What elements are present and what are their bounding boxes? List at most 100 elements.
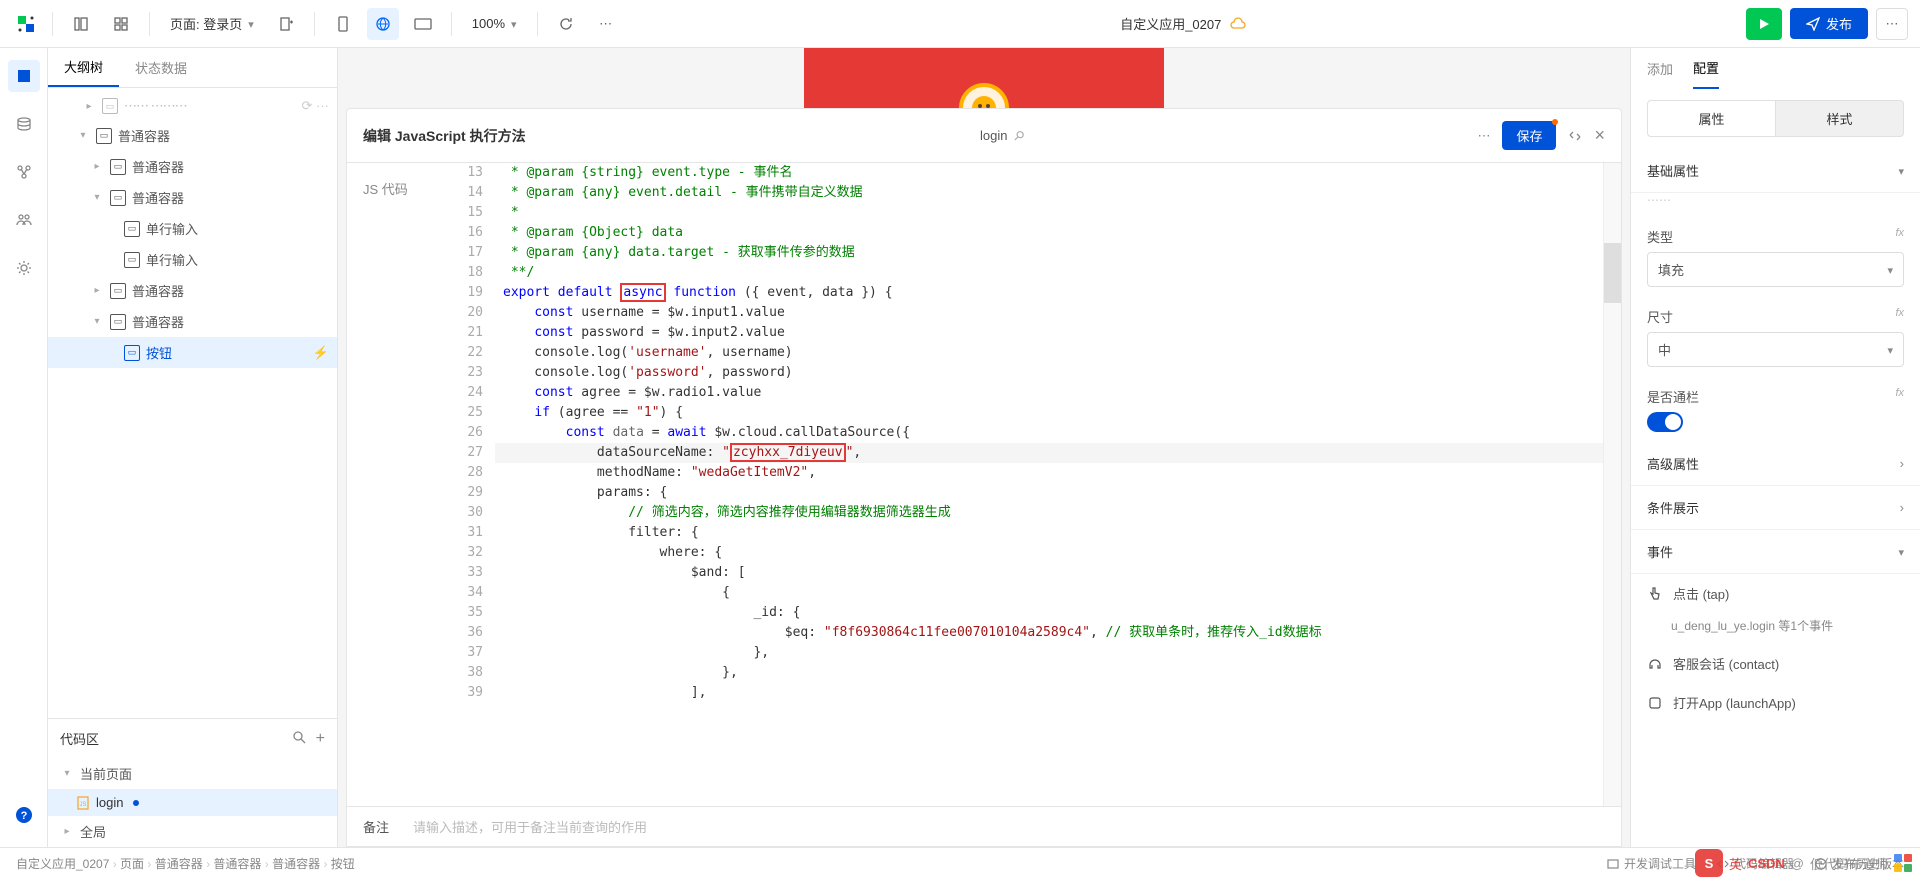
section-basic: 基础属性 bbox=[1631, 149, 1920, 193]
search-icon[interactable] bbox=[292, 730, 306, 748]
section-advanced[interactable]: 高级属性 › bbox=[1631, 442, 1920, 486]
breadcrumb-segment[interactable]: 自定义应用_0207 bbox=[16, 857, 109, 871]
chevron-down-icon bbox=[1887, 342, 1893, 357]
code-section-title: 代码区 bbox=[60, 729, 99, 748]
js-file-icon: JS bbox=[76, 796, 90, 810]
tap-icon bbox=[1647, 586, 1663, 602]
container-icon: ▭ bbox=[110, 190, 126, 206]
toolbar-more-button[interactable]: ⋯ bbox=[1876, 8, 1908, 40]
editor-more-button[interactable]: ⋯ bbox=[1477, 128, 1490, 144]
page-selector[interactable]: 页面: 登录页 bbox=[162, 14, 262, 33]
right-panel: 添加 配置 属性 样式 基础属性 ⋯⋯ 类型fx 填充 尺寸fx 中 bbox=[1630, 48, 1920, 847]
minimap[interactable] bbox=[1603, 163, 1621, 806]
tab-config[interactable]: 配置 bbox=[1693, 48, 1719, 89]
new-page-button[interactable] bbox=[270, 8, 302, 40]
breadcrumb-segment[interactable]: 普通容器 bbox=[213, 857, 261, 871]
zoom-selector[interactable]: 100% bbox=[464, 16, 525, 31]
chevron-down-icon[interactable] bbox=[1898, 163, 1904, 178]
breadcrumb-segment[interactable]: 普通容器 bbox=[155, 857, 203, 871]
bottom-debug-link[interactable]: 开发调试工具 bbox=[1606, 855, 1696, 872]
editor-sidebar-label: JS 代码 bbox=[347, 163, 447, 806]
code-editor[interactable]: 1314151617181920212223242526272829303132… bbox=[447, 163, 1621, 806]
tree-item[interactable]: ▾▭普通容器 bbox=[48, 182, 337, 213]
breadcrumb[interactable]: 自定义应用_0207 › 页面 › 普通容器 › 普通容器 › 普通容器 › 按… bbox=[16, 855, 355, 872]
publish-button[interactable]: 发布 bbox=[1790, 8, 1868, 39]
tree-item-label: 普通容器 bbox=[132, 188, 184, 207]
event-tap-handler[interactable]: u_deng_lu_ye.login 等1个事件 bbox=[1631, 613, 1920, 644]
tree-item[interactable]: ▸▭普通容器 bbox=[48, 275, 337, 306]
field-type-select[interactable]: 填充 bbox=[1647, 252, 1904, 287]
rail-pages-button[interactable] bbox=[8, 60, 40, 92]
tree-item[interactable]: ▸▭普通容器 bbox=[48, 151, 337, 182]
tree-item[interactable]: ▭单行输入 bbox=[48, 213, 337, 244]
fx-icon[interactable]: fx bbox=[1895, 307, 1904, 326]
canvas-preview bbox=[338, 48, 1630, 108]
grid-view-button[interactable] bbox=[105, 8, 137, 40]
rail-data-button[interactable] bbox=[8, 108, 40, 140]
app-logo[interactable] bbox=[12, 10, 40, 38]
code-section: 代码区 + ▾ 当前页面 JS login ▸ 全局 bbox=[48, 718, 337, 847]
ime-label: 英 bbox=[1729, 854, 1742, 873]
device-desktop-button[interactable] bbox=[407, 8, 439, 40]
collapse-button[interactable] bbox=[1568, 129, 1582, 143]
save-button[interactable]: 保存 bbox=[1502, 121, 1556, 150]
tree-item[interactable]: ▭单行输入 bbox=[48, 244, 337, 275]
outline-view-button[interactable] bbox=[65, 8, 97, 40]
subtab-style[interactable]: 样式 bbox=[1775, 100, 1904, 137]
fx-icon[interactable]: fx bbox=[1895, 227, 1904, 246]
device-mobile-button[interactable] bbox=[327, 8, 359, 40]
zoom-value: 100% bbox=[472, 16, 505, 31]
event-tap[interactable]: 点击 (tap) bbox=[1631, 574, 1920, 613]
rail-help-button[interactable]: ? bbox=[8, 799, 40, 831]
tree-item-truncated[interactable]: ▸ ▭ ⋯⋯ ⋯⋯⋯ ⟳ ··· bbox=[48, 92, 337, 120]
canvas-mock bbox=[804, 48, 1164, 108]
outline-tree[interactable]: ▸ ▭ ⋯⋯ ⋯⋯⋯ ⟳ ··· ▾▭普通容器▸▭普通容器▾▭普通容器▭单行输入… bbox=[48, 88, 337, 718]
field-size-select[interactable]: 中 bbox=[1647, 332, 1904, 367]
event-bound-icon: ⚡ bbox=[313, 345, 329, 361]
field-size: 尺寸fx 中 bbox=[1631, 297, 1920, 377]
section-condition-title: 条件展示 bbox=[1647, 498, 1699, 517]
breadcrumb-segment[interactable]: 页面 bbox=[120, 857, 144, 871]
tree-item[interactable]: ▾▭普通容器 bbox=[48, 306, 337, 337]
section-condition[interactable]: 条件展示 › bbox=[1631, 486, 1920, 530]
code-file-login[interactable]: JS login bbox=[48, 789, 337, 816]
remark-label: 备注 bbox=[363, 817, 389, 836]
tab-state[interactable]: 状态数据 bbox=[119, 48, 203, 87]
chevron-down-icon[interactable] bbox=[1898, 544, 1904, 559]
event-launch-app[interactable]: 打开App (launchApp) bbox=[1631, 683, 1920, 722]
pin-icon[interactable]: ⚲ bbox=[1009, 126, 1027, 144]
breadcrumb-segment[interactable]: 普通容器 bbox=[272, 857, 320, 871]
field-full-toggle[interactable] bbox=[1647, 412, 1683, 432]
rail-workflow-button[interactable] bbox=[8, 156, 40, 188]
code-current-page-folder[interactable]: ▾ 当前页面 bbox=[48, 758, 337, 789]
remark-input[interactable]: 请输入描述，可用于备注当前查询的作用 bbox=[413, 817, 1605, 836]
tree-item[interactable]: ▾▭普通容器 bbox=[48, 120, 337, 151]
event-contact[interactable]: 客服会话 (contact) bbox=[1631, 644, 1920, 683]
rail-settings-button[interactable] bbox=[8, 252, 40, 284]
editor-body: JS 代码 1314151617181920212223242526272829… bbox=[347, 163, 1621, 806]
run-button[interactable] bbox=[1746, 8, 1782, 40]
close-button[interactable]: × bbox=[1594, 125, 1605, 146]
code-content[interactable]: * @param {string} event.type - 事件名 * @pa… bbox=[495, 163, 1603, 806]
fx-icon[interactable]: fx bbox=[1895, 387, 1904, 406]
add-icon[interactable]: + bbox=[316, 730, 325, 748]
rail-users-button[interactable] bbox=[8, 204, 40, 236]
tab-outline[interactable]: 大纲树 bbox=[48, 48, 119, 87]
editor-file-name: login bbox=[980, 128, 1007, 143]
subtab-props[interactable]: 属性 bbox=[1647, 100, 1775, 137]
event-contact-label: 客服会话 (contact) bbox=[1673, 654, 1779, 673]
more-button[interactable]: ⋯ bbox=[590, 8, 622, 40]
editor-file-name-area: login ⚲ bbox=[538, 128, 1466, 144]
tab-add[interactable]: 添加 bbox=[1647, 49, 1673, 88]
breadcrumb-segment[interactable]: 按钮 bbox=[331, 857, 355, 871]
editor-footer: 备注 请输入描述，可用于备注当前查询的作用 bbox=[347, 806, 1621, 846]
line-gutter: 1314151617181920212223242526272829303132… bbox=[447, 163, 495, 806]
chevron-right-icon: › bbox=[1900, 456, 1904, 471]
device-responsive-button[interactable] bbox=[367, 8, 399, 40]
refresh-button[interactable] bbox=[550, 8, 582, 40]
code-global-folder[interactable]: ▸ 全局 bbox=[48, 816, 337, 847]
app-title: 自定义应用_0207 bbox=[1120, 14, 1221, 33]
tree-item[interactable]: ▭按钮⚡ bbox=[48, 337, 337, 368]
tree-item-label: 普通容器 bbox=[118, 126, 170, 145]
field-type: 类型fx 填充 bbox=[1631, 217, 1920, 297]
